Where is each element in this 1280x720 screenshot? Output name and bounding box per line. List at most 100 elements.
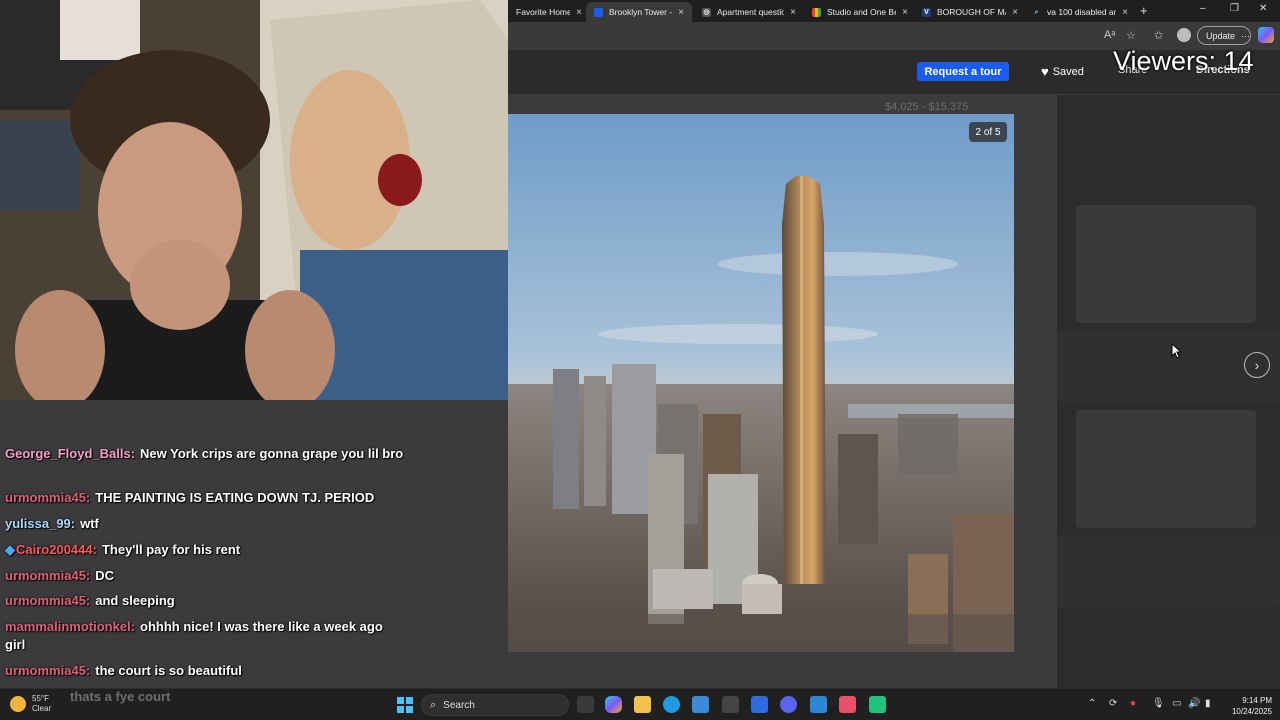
- app-icon[interactable]: [869, 696, 886, 713]
- chat-message: urmommia45: DC: [5, 567, 405, 585]
- tab-borough-of-manhattan[interactable]: V BOROUGH OF MA ×: [914, 2, 1026, 22]
- copilot-icon[interactable]: [1258, 27, 1274, 43]
- tab-favorite-homes[interactable]: Favorite Homes ×: [508, 2, 590, 22]
- edge-icon[interactable]: [663, 696, 680, 713]
- read-aloud-icon[interactable]: Aᵃ: [1104, 29, 1115, 41]
- task-view-icon[interactable]: [577, 696, 594, 713]
- next-photo-button[interactable]: ›: [1244, 352, 1270, 378]
- stream-chat: George_Floyd_Balls: New York crips are go…: [0, 440, 420, 685]
- copilot-icon[interactable]: [605, 696, 622, 713]
- chat-username: urmommia45:: [5, 568, 91, 583]
- sync-icon[interactable]: ⟳: [1109, 698, 1117, 709]
- mic-icon[interactable]: 🎙: [1152, 698, 1165, 709]
- skyline-photo: [508, 114, 1014, 652]
- update-label: Update: [1206, 30, 1236, 41]
- webcam-feed: [0, 0, 508, 400]
- battery-icon[interactable]: ▮: [1205, 698, 1211, 709]
- start-button[interactable]: [397, 697, 413, 713]
- close-icon[interactable]: ×: [902, 7, 908, 18]
- weather-widget[interactable]: 55°F Clear: [10, 694, 51, 714]
- va-icon: V: [922, 7, 931, 17]
- record-icon[interactable]: ●: [1130, 698, 1136, 709]
- weather-temp: 55°F: [32, 694, 49, 703]
- chat-text: They'll pay for his rent: [101, 542, 241, 557]
- sun-icon: [10, 696, 26, 712]
- app-icon[interactable]: [722, 696, 739, 713]
- floorplans-panel: [1057, 95, 1280, 688]
- tab-brooklyn-tower[interactable]: Brooklyn Tower - 5 ×: [586, 2, 692, 22]
- minimize-icon[interactable]: –: [1200, 3, 1206, 14]
- chat-text: thats a fye court: [70, 689, 171, 704]
- tab-title: Favorite Homes: [516, 7, 571, 17]
- search-label: Search: [443, 699, 475, 711]
- taskbar-search[interactable]: ⌕ Search: [421, 694, 569, 716]
- chat-text: THE PAINTING IS EATING DOWN TJ. PERIOD: [95, 490, 375, 505]
- close-icon[interactable]: ×: [1122, 7, 1128, 18]
- close-window-icon[interactable]: ✕: [1259, 3, 1267, 14]
- chat-app-icon: ◎: [702, 7, 711, 17]
- close-icon[interactable]: ×: [1012, 7, 1018, 18]
- vscode-icon[interactable]: [751, 696, 768, 713]
- chevron-up-icon[interactable]: ⌃: [1088, 698, 1096, 709]
- chat-username: urmommia45:: [5, 593, 91, 608]
- file-explorer-icon[interactable]: [634, 696, 651, 713]
- tab-apartment-questions[interactable]: ◎ Apartment questio ×: [694, 2, 804, 22]
- favorites-icon[interactable]: ✩: [1154, 29, 1163, 42]
- heart-icon: ♥: [1041, 64, 1049, 79]
- chat-username: George_Floyd_Balls:: [5, 446, 136, 461]
- saved-button[interactable]: ♥ Saved: [1041, 64, 1084, 79]
- new-tab-button[interactable]: +: [1140, 3, 1148, 18]
- saved-label: Saved: [1052, 65, 1084, 78]
- site-icon: [594, 7, 603, 17]
- update-button[interactable]: Update ···: [1197, 26, 1251, 45]
- tab-title: Apartment questio: [717, 7, 785, 17]
- tab-title: Brooklyn Tower - 5: [609, 7, 673, 17]
- chat-text: and sleeping: [95, 593, 175, 608]
- close-icon[interactable]: ×: [576, 7, 582, 18]
- chat-username: yulissa_99:: [5, 516, 76, 531]
- request-tour-button[interactable]: Request a tour: [917, 62, 1009, 81]
- close-icon[interactable]: ×: [790, 7, 796, 18]
- favorite-star-icon[interactable]: ☆: [1126, 29, 1136, 42]
- tab-va-disabled[interactable]: ⌕ va 100 disabled am ×: [1024, 2, 1136, 22]
- chat-message: urmommia45: THE PAINTING IS EATING DOWN T…: [5, 489, 405, 507]
- weather-desc: Clear: [32, 704, 52, 713]
- chat-username: urmommia45:: [5, 490, 91, 505]
- chat-message: yulissa_99: wtf: [5, 515, 405, 533]
- badge-icon: ◆: [5, 542, 15, 557]
- tab-title: Studio and One Be: [827, 7, 897, 17]
- clock-date: 10/24/2025: [1231, 707, 1272, 716]
- search-icon: ⌕: [1034, 8, 1039, 16]
- tab-studio-one-bed[interactable]: Studio and One Be ×: [804, 2, 916, 22]
- profile-avatar[interactable]: [1177, 28, 1191, 42]
- more-icon[interactable]: ···: [1241, 31, 1250, 41]
- floorplan-card[interactable]: [1076, 205, 1256, 323]
- store-icon[interactable]: [692, 696, 709, 713]
- chat-message: mammalinmotionkel: ohhhh nice! I was ther…: [5, 618, 405, 654]
- obs-icon[interactable]: [839, 696, 856, 713]
- screen: Favorite Homes × Brooklyn Tower - 5 × ◎ …: [0, 0, 1280, 720]
- clock[interactable]: 9:14 PM 10/24/2025: [1222, 695, 1272, 717]
- floorplan-card[interactable]: [1076, 410, 1256, 528]
- floorplan-card-info: [1057, 535, 1280, 607]
- close-icon[interactable]: ×: [678, 7, 684, 18]
- price-range: $4,025 - $15,375: [885, 101, 969, 113]
- chat-text: the court is so beautiful: [95, 663, 242, 678]
- discord-icon[interactable]: [780, 696, 797, 713]
- volume-icon[interactable]: 🔊: [1188, 698, 1200, 709]
- tab-title: BOROUGH OF MA: [937, 7, 1007, 17]
- chat-username: mammalinmotionkel:: [5, 619, 136, 634]
- tab-title: va 100 disabled am: [1047, 7, 1117, 17]
- chat-text: DC: [95, 568, 115, 583]
- gallery-photo[interactable]: [508, 114, 1014, 652]
- app-icon[interactable]: [810, 696, 827, 713]
- chat-text: wtf: [80, 516, 99, 531]
- chat-message: George_Floyd_Balls: New York crips are go…: [5, 445, 405, 463]
- chat-message: urmommia45: the court is so beautiful: [5, 662, 405, 680]
- chat-username: Cairo200444:: [16, 542, 97, 557]
- clock-time: 9:14 PM: [1242, 696, 1272, 705]
- monitor-icon[interactable]: ▭: [1172, 698, 1181, 709]
- chat-message: urmommia45: and sleeping: [5, 592, 405, 610]
- maximize-icon[interactable]: ❐: [1230, 3, 1239, 14]
- viewer-count: Viewers: 14: [1113, 46, 1254, 76]
